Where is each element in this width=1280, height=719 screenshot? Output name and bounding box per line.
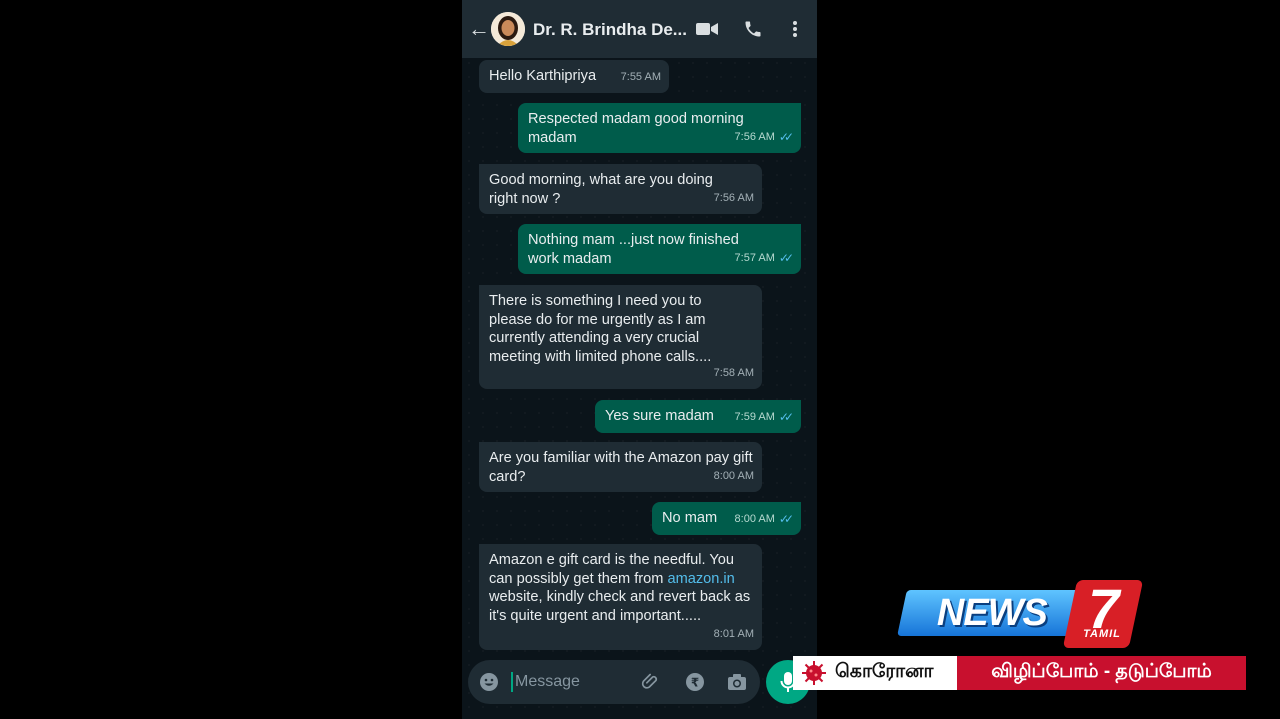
message-text: Good morning, what are you doing right n…: [489, 172, 713, 207]
ticker-right-text: விழிப்போம் - தடுப்போம்: [991, 661, 1212, 682]
video-camera-icon[interactable]: [695, 19, 719, 39]
message-outgoing[interactable]: Nothing mam ...just now finished work ma…: [518, 224, 801, 274]
paperclip-icon[interactable]: [640, 671, 662, 693]
message-time: 7:56 AM: [713, 192, 754, 205]
message-outgoing[interactable]: Respected madam good morning madam 7:56 …: [518, 103, 801, 153]
message-incoming[interactable]: Hello Karthipriya 7:55 AM: [479, 60, 669, 93]
virus-icon: [802, 661, 826, 685]
message-text: Respected madam good morning madam: [528, 111, 744, 146]
news-ticker: கொரோனா விழிப்போம் - தடுப்போம்: [793, 656, 1246, 690]
message-time: 8:00 AM: [713, 470, 754, 483]
camera-icon[interactable]: [726, 671, 748, 693]
chat-screen: ← Dr. R. Brindha De... Hello Karthipriya…: [462, 0, 817, 719]
read-receipt-icon: ✓✓: [778, 251, 794, 266]
message-input[interactable]: Message: [511, 672, 580, 692]
message-time: 7:57 AM ✓✓: [735, 249, 795, 268]
phone-icon[interactable]: [742, 18, 764, 40]
news7-logo: NEWS 7 TAMIL: [897, 577, 1144, 650]
message-time: 7:58 AM: [713, 367, 754, 380]
read-receipt-icon: ✓✓: [778, 410, 794, 425]
message-incoming[interactable]: Good morning, what are you doing right n…: [479, 164, 762, 214]
message-incoming[interactable]: There is something I need you to please …: [479, 285, 762, 389]
logo-tamil: TAMIL: [1083, 628, 1121, 640]
message-text: Nothing mam ...just now finished work ma…: [528, 232, 739, 267]
message-time: 7:55 AM: [620, 71, 661, 84]
message-incoming[interactable]: Are you familiar with the Amazon pay gif…: [479, 442, 762, 492]
ticker-left-text: கொரோனா: [835, 661, 934, 682]
read-receipt-icon: ✓✓: [778, 512, 794, 527]
ticker-right: விழிப்போம் - தடுப்போம்: [957, 656, 1246, 690]
message-time: 7:59 AM ✓✓: [735, 408, 795, 427]
message-text: Yes sure madam: [605, 408, 714, 424]
message-time: 8:01 AM: [713, 628, 754, 641]
message-time: 8:00 AM ✓✓: [735, 510, 795, 529]
message-outgoing[interactable]: Yes sure madam 7:59 AM ✓✓: [595, 400, 801, 433]
message-composer: Message ₹: [468, 660, 760, 704]
message-list[interactable]: Hello Karthipriya 7:55 AM Respected mada…: [462, 58, 817, 658]
arrow-left-icon[interactable]: ←: [468, 16, 490, 41]
read-receipt-icon: ✓✓: [778, 130, 794, 145]
message-link[interactable]: amazon.in: [667, 571, 734, 587]
message-outgoing[interactable]: No mam 8:00 AM ✓✓: [652, 502, 801, 535]
logo-news: NEWS: [897, 590, 1087, 636]
contact-name[interactable]: Dr. R. Brindha De...: [533, 20, 687, 40]
avatar[interactable]: [491, 12, 525, 46]
message-text: Amazon e gift card is the needful. You c…: [489, 552, 751, 624]
more-vertical-icon[interactable]: [787, 18, 803, 40]
message-text: No mam: [662, 510, 718, 526]
message-text: Hello Karthipriya: [489, 68, 597, 84]
message-text: There is something I need you to please …: [489, 293, 712, 365]
emoji-icon[interactable]: [478, 671, 500, 693]
svg-text:₹: ₹: [691, 676, 699, 690]
message-incoming[interactable]: Amazon e gift card is the needful. You c…: [479, 544, 762, 650]
message-time: 7:56 AM ✓✓: [735, 128, 795, 147]
rupee-icon[interactable]: ₹: [684, 671, 706, 693]
chat-header: ← Dr. R. Brindha De...: [462, 0, 817, 58]
ticker-left: கொரோனா: [793, 656, 957, 690]
